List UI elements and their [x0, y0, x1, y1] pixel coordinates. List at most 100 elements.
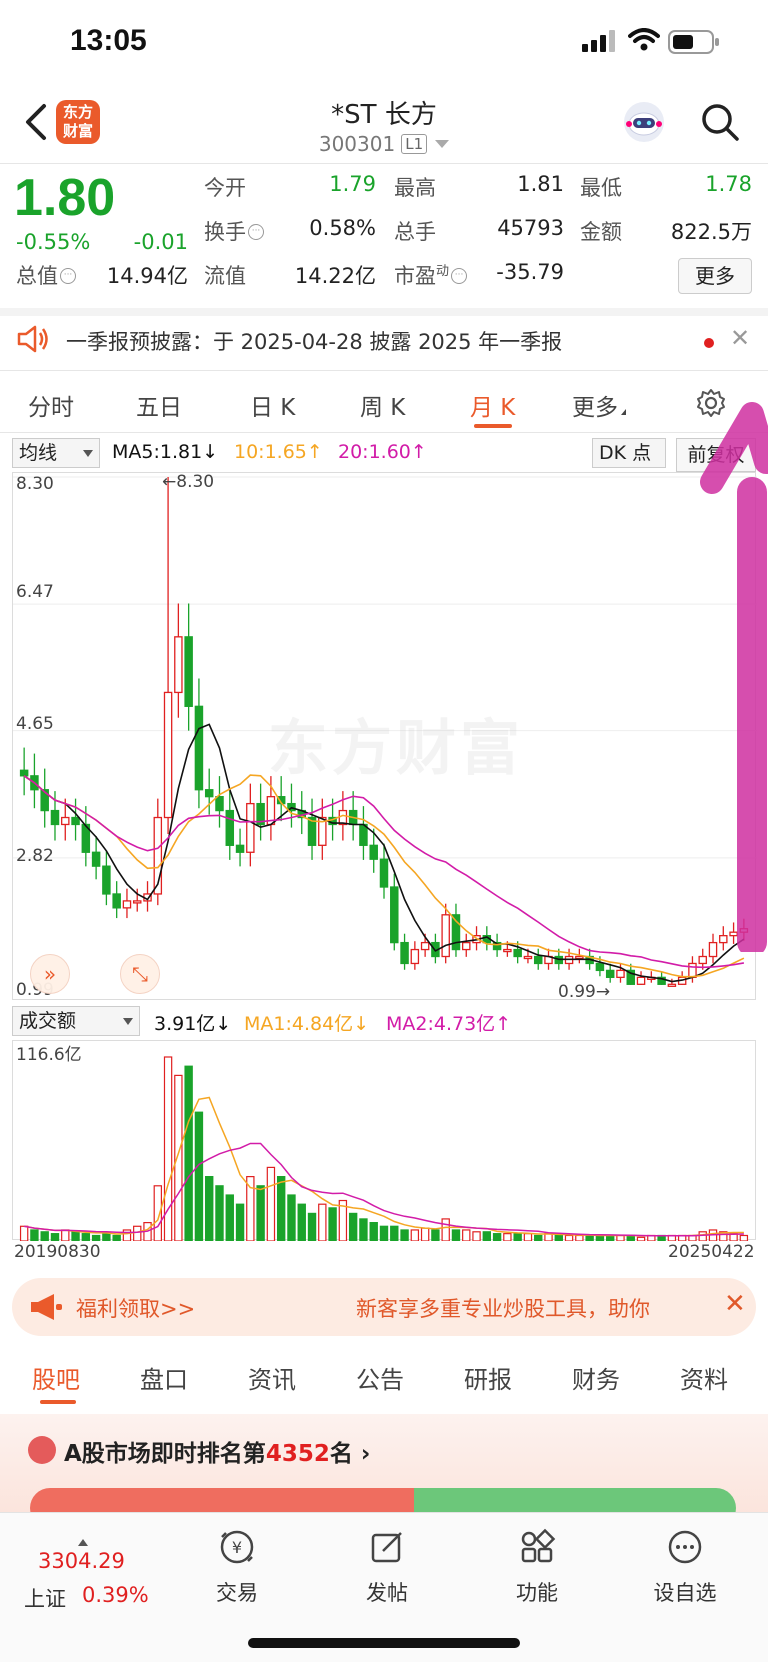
volume-bar: [215, 1185, 224, 1241]
tab-guba[interactable]: 股吧: [32, 1360, 80, 1395]
volume-bar: [61, 1229, 70, 1241]
tab-announcements[interactable]: 公告: [356, 1360, 404, 1395]
nav-trade[interactable]: ¥ 交易: [192, 1527, 282, 1607]
candle-body: [132, 900, 142, 904]
nav-functions[interactable]: 功能: [492, 1527, 582, 1607]
candle-body: [246, 802, 255, 853]
close-icon[interactable]: ✕: [724, 1289, 746, 1319]
volume-bar: [739, 1234, 749, 1241]
volume-bar: [564, 1234, 574, 1241]
volume-bar: [554, 1234, 563, 1241]
candle-body: [533, 955, 543, 965]
period-tabs: 分时 五日 日 K 周 K 月 K 更多: [0, 376, 768, 432]
change-amount: -0.01: [133, 230, 188, 254]
volume-bar: [390, 1225, 399, 1241]
candle-body: [369, 844, 378, 860]
volume-canvas: [19, 1056, 749, 1241]
status-time: 13:05: [70, 24, 147, 57]
volume-bar: [431, 1229, 440, 1241]
earnings-notice[interactable]: 一季报预披露：于 2025-04-28 披露 2025 年一季报 ✕: [0, 312, 768, 368]
promo-banner[interactable]: 福利领取>> 新客享多重专业炒股工具，助你 ✕: [12, 1278, 756, 1336]
promo-marquee: 新客享多重专业炒股工具，助你: [356, 1297, 650, 1321]
promo-left-link[interactable]: 福利领取>>: [76, 1293, 195, 1323]
expand-left-icon[interactable]: »: [30, 954, 70, 994]
candle-body: [122, 900, 132, 909]
info-icon[interactable]: ···: [248, 224, 264, 240]
float-cap-value: 14.22亿: [294, 264, 376, 288]
volume-bar: [451, 1229, 461, 1241]
pe-label: 市盈动 ···: [394, 260, 468, 290]
float-cap-label: 流值: [204, 264, 246, 288]
volume-bar: [585, 1234, 594, 1241]
content-tabs: 股吧 盘口 资讯 公告 研报 财务 资料: [0, 1352, 768, 1410]
candle-body: [163, 691, 173, 819]
wifi-icon: [628, 28, 660, 51]
volume-bar: [441, 1218, 450, 1241]
nav-add-watchlist[interactable]: 设自选: [640, 1527, 730, 1607]
candle-body: [174, 636, 183, 694]
dropdown-triangle-icon: [621, 409, 626, 415]
nav-post[interactable]: 发帖: [342, 1527, 432, 1607]
fullscreen-icon[interactable]: ⤡: [120, 954, 160, 994]
ma5-value: MA5:1.81↓: [112, 441, 219, 463]
tabs-divider: [0, 432, 768, 433]
candle-body: [184, 636, 193, 707]
volume-chart[interactable]: [12, 1040, 756, 1241]
volume-indicator-selector[interactable]: 成交额: [12, 1006, 140, 1036]
volume-bar: [122, 1229, 132, 1241]
amount-value: 822.5万: [670, 220, 752, 244]
volume-bar: [462, 1229, 471, 1241]
cellular-signal-icon: [582, 30, 615, 52]
mkt-cap-label: 总值 ···: [16, 260, 76, 290]
volume-bar: [225, 1194, 234, 1241]
tab-five-day[interactable]: 五日: [136, 388, 182, 422]
volume-bar: [235, 1203, 245, 1241]
tab-pankou[interactable]: 盘口: [140, 1360, 188, 1395]
candle-body: [112, 893, 121, 909]
rank-card[interactable]: A股市场即时排名第4352名 ›: [0, 1414, 768, 1528]
tab-profile[interactable]: 资料: [680, 1360, 728, 1395]
nav-label: 设自选: [653, 1581, 717, 1605]
active-tab-indicator: [40, 1400, 76, 1404]
indicator-selector[interactable]: 均线: [12, 438, 100, 468]
tab-intraday[interactable]: 分时: [28, 388, 74, 422]
info-icon[interactable]: ···: [60, 268, 76, 284]
tab-more-periods[interactable]: 更多: [572, 388, 626, 422]
tab-research[interactable]: 研报: [464, 1360, 512, 1395]
volume-bar: [636, 1236, 646, 1241]
up-caret-icon: [78, 1539, 88, 1546]
volume-bar: [307, 1212, 317, 1241]
more-quote-button[interactable]: 更多: [678, 258, 752, 294]
ma-legend: 均线 MA5:1.81↓ 10:1.65↑ 20:1.60↑ DK 点: [0, 438, 768, 470]
high-label: 最高: [394, 176, 436, 200]
volume-bar: [205, 1176, 214, 1241]
search-icon[interactable]: [700, 102, 740, 142]
close-icon[interactable]: ✕: [730, 324, 750, 352]
volume-value: 3.91亿↓: [154, 1013, 232, 1035]
megaphone-icon: [31, 1294, 62, 1320]
candle-body: [102, 865, 111, 895]
home-indicator: [248, 1638, 520, 1648]
candle-body: [420, 941, 430, 951]
nav-label: 发帖: [366, 1581, 408, 1605]
rank-text: A股市场即时排名第4352名 ›: [64, 1441, 371, 1467]
quote-panel: 1.80 -0.55% -0.01 今开 1.79 最高 1.81 最低 1.7…: [0, 164, 768, 304]
dk-point-selector[interactable]: DK 点: [592, 438, 666, 468]
post-icon: [371, 1532, 402, 1563]
info-icon[interactable]: ···: [451, 268, 468, 284]
status-bar: 13:05: [0, 0, 768, 88]
tab-weekly-k[interactable]: 周 K: [360, 388, 405, 422]
date-start: 20190830: [14, 1242, 101, 1262]
tab-news[interactable]: 资讯: [248, 1360, 296, 1395]
tab-monthly-k[interactable]: 月 K: [470, 388, 515, 422]
robot-assistant-icon[interactable]: [620, 98, 668, 146]
tab-finance[interactable]: 财务: [572, 1360, 620, 1395]
candle-body: [667, 983, 677, 987]
volume-bar: [369, 1222, 378, 1241]
candle-body: [575, 955, 584, 960]
high-marker-label: ←8.30: [162, 472, 215, 492]
ma20-value: 20:1.60↑: [338, 441, 427, 463]
candle-body: [441, 914, 450, 958]
tab-daily-k[interactable]: 日 K: [250, 388, 295, 422]
trade-icon: ¥: [220, 1530, 254, 1564]
